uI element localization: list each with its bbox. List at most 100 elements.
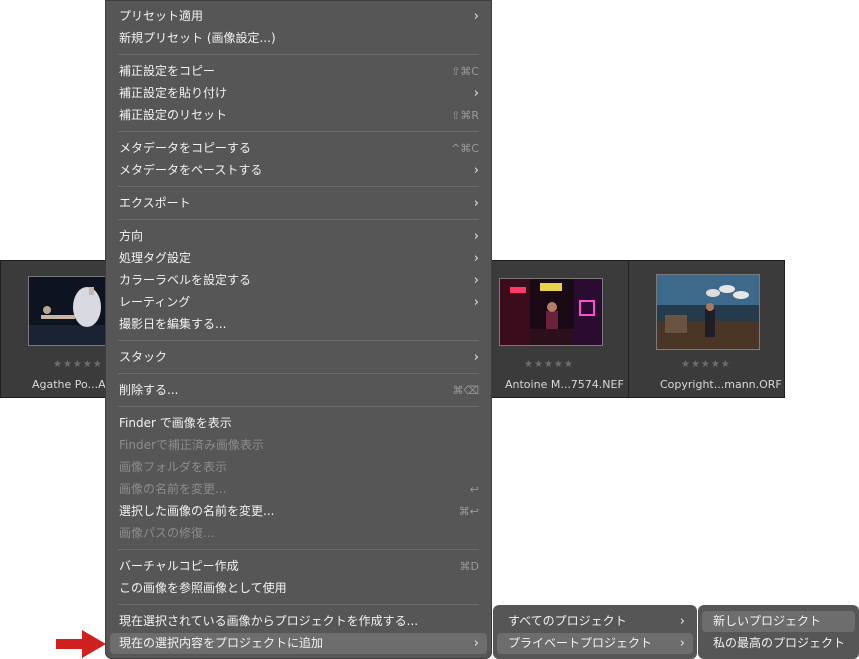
menu-item-show-image-folder: 画像フォルダを表示	[110, 457, 487, 478]
menu-item-rename-selected[interactable]: 選択した画像の名前を変更... ⌘↩	[110, 501, 487, 522]
menu-item-show-in-finder[interactable]: Finder で画像を表示	[110, 413, 487, 434]
menu-item-add-selection-to-project[interactable]: 現在の選択内容をプロジェクトに追加 ›	[110, 633, 487, 654]
chevron-right-icon: ›	[473, 273, 479, 288]
rating-stars[interactable]: ★★★★★	[53, 359, 103, 370]
menu-item-label: この画像を参照画像として使用	[119, 581, 287, 595]
menu-item-show-adjusted-in-finder: Finderで補正済み画像表示	[110, 435, 487, 456]
shortcut-label: ⌘⌫	[452, 384, 479, 397]
menu-item-label: すべてのプロジェクト	[508, 614, 627, 628]
menu-item-edit-capture-date[interactable]: 撮影日を編集する...	[110, 314, 487, 335]
thumbnail-filename: Copyright...mann.ORF	[660, 378, 782, 391]
filmstrip-cell[interactable]: ★★★★★ Antoine M...7574.NEF	[491, 261, 628, 397]
context-menu: プリセット適用 › 新規プリセット (画像設定...) 補正設定をコピー ⇧⌘C 補…	[105, 0, 492, 659]
chevron-right-icon: ›	[473, 295, 479, 310]
chevron-right-icon: ›	[473, 86, 479, 101]
chevron-right-icon: ›	[473, 229, 479, 244]
menu-item-label: メタデータをコピーする	[119, 141, 252, 155]
red-arrow-icon	[56, 630, 106, 658]
menu-separator	[118, 54, 479, 55]
thumbnail-filename: Antoine M...7574.NEF	[505, 378, 624, 391]
menu-item-virtual-copy[interactable]: バーチャルコピー作成 ⌘D	[110, 556, 487, 577]
rating-stars[interactable]: ★★★★★	[681, 359, 731, 370]
chevron-right-icon: ›	[473, 9, 479, 24]
menu-item-label: プライベートプロジェクト	[508, 636, 653, 650]
chevron-right-icon: ›	[473, 636, 479, 651]
submenu-item-all-projects[interactable]: すべてのプロジェクト ›	[497, 611, 693, 632]
menu-item-label: プリセット適用	[119, 9, 204, 23]
menu-item-label: 補正設定のリセット	[119, 108, 228, 122]
menu-item-label: 削除する...	[119, 383, 179, 397]
menu-item-copy-metadata[interactable]: メタデータをコピーする ^⌘C	[110, 138, 487, 159]
menu-item-label: 新規プリセット (画像設定...)	[119, 31, 276, 45]
menu-item-label: エクスポート	[119, 196, 191, 210]
menu-item-label: 方向	[119, 229, 144, 243]
menu-item-label: 画像パスの修復...	[119, 526, 215, 540]
menu-item-reset-adjustments[interactable]: 補正設定のリセット ⇧⌘R	[110, 105, 487, 126]
menu-item-label: 補正設定をコピー	[119, 64, 216, 78]
menu-item-label: メタデータをペーストする	[119, 163, 263, 177]
menu-item-apply-preset[interactable]: プリセット適用 ›	[110, 6, 487, 27]
menu-separator	[118, 186, 479, 187]
menu-item-new-preset[interactable]: 新規プリセット (画像設定...)	[110, 28, 487, 49]
thumbnail-image[interactable]	[499, 278, 603, 346]
submenu-item-my-best-project[interactable]: 私の最高のプロジェクト	[702, 633, 855, 654]
menu-item-stack[interactable]: スタック ›	[110, 347, 487, 368]
thumbnail-filename: Agathe Po...AC	[32, 378, 114, 391]
private-projects-submenu: 新しいプロジェクト 私の最高のプロジェクト	[698, 605, 859, 659]
menu-item-repair-path: 画像パスの修復...	[110, 523, 487, 544]
menu-item-label: 現在選択されている画像からプロジェクトを作成する...	[119, 614, 419, 628]
filmstrip-cell[interactable]: ★★★★★ Copyright...mann.ORF	[629, 261, 785, 397]
shortcut-label: ⌘D	[459, 560, 479, 573]
menu-separator	[118, 219, 479, 220]
menu-item-process-tag[interactable]: 処理タグ設定 ›	[110, 248, 487, 269]
chevron-right-icon: ›	[679, 614, 685, 629]
submenu-item-private-projects[interactable]: プライベートプロジェクト ›	[497, 633, 693, 654]
projects-submenu: すべてのプロジェクト › プライベートプロジェクト ›	[493, 605, 697, 659]
shortcut-label: ⇧⌘C	[451, 65, 479, 78]
menu-item-rename-image: 画像の名前を変更... ↩	[110, 479, 487, 500]
chevron-right-icon: ›	[473, 163, 479, 178]
menu-item-label: 選択した画像の名前を変更...	[119, 504, 275, 518]
menu-item-label: Finder で画像を表示	[119, 416, 232, 430]
shortcut-label: ↩	[469, 483, 479, 496]
menu-item-label: 現在の選択内容をプロジェクトに追加	[119, 636, 324, 650]
menu-separator	[118, 131, 479, 132]
menu-item-delete[interactable]: 削除する... ⌘⌫	[110, 380, 487, 401]
menu-item-paste-adjustments[interactable]: 補正設定を貼り付け ›	[110, 83, 487, 104]
menu-item-orientation[interactable]: 方向 ›	[110, 226, 487, 247]
menu-item-label: カラーラベルを設定する	[119, 273, 252, 287]
chevron-right-icon: ›	[473, 350, 479, 365]
menu-item-rating[interactable]: レーティング ›	[110, 292, 487, 313]
shortcut-label: ^⌘C	[451, 142, 479, 155]
menu-item-label: バーチャルコピー作成	[119, 559, 239, 573]
chevron-right-icon: ›	[679, 636, 685, 651]
menu-item-paste-metadata[interactable]: メタデータをペーストする ›	[110, 160, 487, 181]
rating-stars[interactable]: ★★★★★	[524, 359, 574, 370]
chevron-right-icon: ›	[473, 196, 479, 211]
menu-item-create-project-from-selection[interactable]: 現在選択されている画像からプロジェクトを作成する...	[110, 611, 487, 632]
menu-item-label: 処理タグ設定	[119, 251, 192, 265]
menu-separator	[118, 604, 479, 605]
menu-item-label: 私の最高のプロジェクト	[713, 636, 846, 650]
submenu-item-new-project[interactable]: 新しいプロジェクト	[702, 611, 855, 632]
menu-item-export[interactable]: エクスポート ›	[110, 193, 487, 214]
menu-item-use-as-reference[interactable]: この画像を参照画像として使用	[110, 578, 487, 599]
thumbnail-image[interactable]	[656, 274, 760, 350]
chevron-right-icon: ›	[473, 251, 479, 266]
thumbnail-image[interactable]	[28, 276, 112, 346]
menu-item-copy-adjustments[interactable]: 補正設定をコピー ⇧⌘C	[110, 61, 487, 82]
menu-item-label: Finderで補正済み画像表示	[119, 438, 264, 452]
menu-separator	[118, 549, 479, 550]
menu-separator	[118, 373, 479, 374]
menu-item-label: 新しいプロジェクト	[713, 614, 822, 628]
shortcut-label: ⇧⌘R	[451, 109, 479, 122]
menu-item-label: 撮影日を編集する...	[119, 317, 227, 331]
menu-item-label: レーティング	[119, 295, 191, 309]
menu-item-label: 補正設定を貼り付け	[119, 86, 228, 100]
menu-item-color-label[interactable]: カラーラベルを設定する ›	[110, 270, 487, 291]
menu-item-label: スタック	[119, 350, 168, 364]
menu-item-label: 画像フォルダを表示	[119, 460, 228, 474]
menu-item-label: 画像の名前を変更...	[119, 482, 227, 496]
menu-separator	[118, 340, 479, 341]
menu-separator	[118, 406, 479, 407]
